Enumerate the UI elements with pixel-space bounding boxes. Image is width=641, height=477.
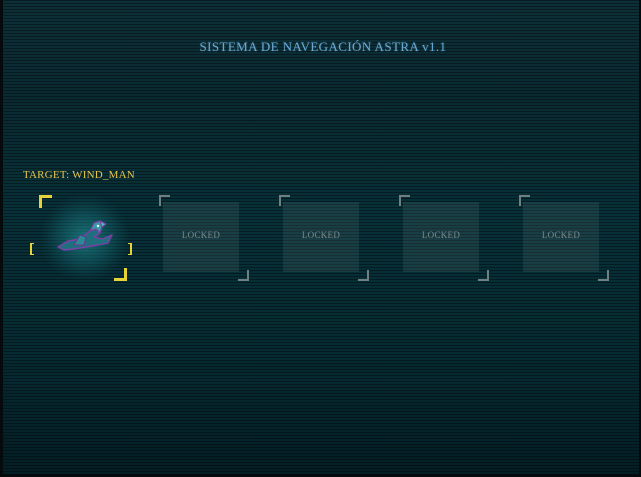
locked-label: LOCKED [421,230,461,240]
slot-corner-top-left [279,195,290,206]
slot-corner-bottom-right [238,270,249,281]
stage-select-screen: SISTEMA DE NAVEGACIÓN ASTRA v1.1 TARGET:… [0,0,641,477]
stage-slot-wind-man[interactable] [30,195,132,281]
wind-bird-icon [57,220,113,251]
target-label: TARGET: WIND_MAN [23,169,135,181]
slot-corner-bottom-right [478,270,489,281]
stage-slot-locked[interactable]: LOCKED [159,195,249,281]
selection-side-mark-right [128,243,132,255]
stage-slot-locked[interactable]: LOCKED [279,195,369,281]
selection-corner-top-left [39,195,52,208]
selection-corner-bottom-right [114,268,127,281]
stage-slot-locked[interactable]: LOCKED [519,195,609,281]
left-border [0,0,3,477]
slot-corner-bottom-right [358,270,369,281]
slot-corner-top-left [519,195,530,206]
slot-corner-bottom-right [598,270,609,281]
screen-title: SISTEMA DE NAVEGACIÓN ASTRA v1.1 [199,39,447,54]
slot-corner-top-left [159,195,170,206]
stage-slot-locked[interactable]: LOCKED [399,195,489,281]
slot-corner-top-left [399,195,410,206]
locked-label: LOCKED [541,230,581,240]
selection-side-mark-left [30,243,34,255]
locked-label: LOCKED [301,230,341,240]
locked-label: LOCKED [181,230,221,240]
